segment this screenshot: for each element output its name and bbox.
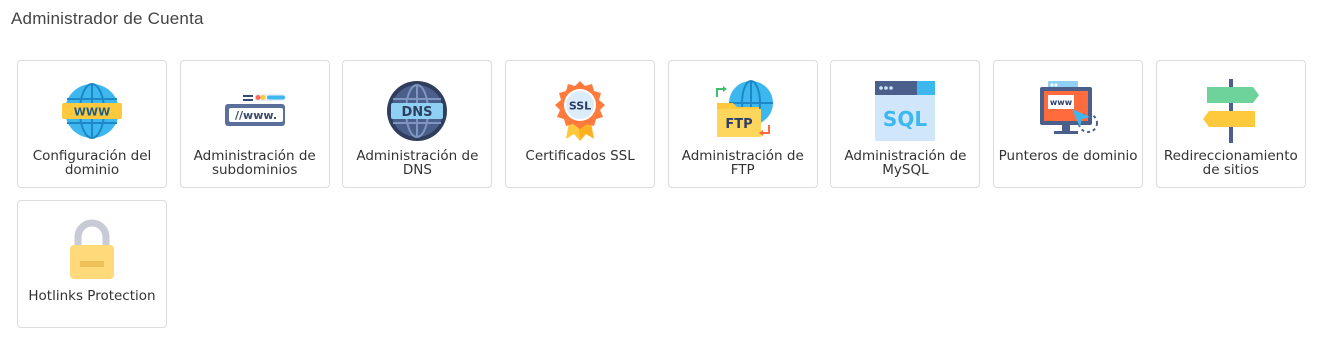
tile-mysql-management[interactable]: SQL Administración de MySQL — [830, 60, 981, 188]
www-globe-icon: WWW — [62, 83, 122, 139]
tile-dns-management[interactable]: DNS Administración de DNS — [342, 60, 493, 188]
dns-globe-icon: DNS — [387, 81, 448, 141]
subdomain-www-icon: //www. — [224, 94, 285, 126]
tile-site-redirection[interactable]: Redireccionamiento de sitios — [1155, 60, 1306, 188]
sql-database-icon: SQL — [875, 81, 936, 141]
section-title: Administrador de Cuenta — [11, 9, 204, 28]
tile-label: Administración de MySQL — [844, 148, 967, 178]
svg-text:WWW: WWW — [74, 106, 110, 119]
tile-label: Configuración del dominio — [32, 148, 152, 178]
tile-domain-configuration[interactable]: WWW Configuración del dominio — [17, 60, 167, 188]
svg-text:DNS: DNS — [402, 105, 433, 120]
tile-label: Redireccionamiento de sitios — [1163, 148, 1298, 178]
svg-text:FTP: FTP — [725, 117, 752, 132]
svg-text:www: www — [1050, 98, 1073, 107]
tile-hotlinks-protection[interactable]: Hotlinks Protection — [17, 200, 167, 328]
domain-pointer-monitor-icon: www — [1040, 81, 1099, 134]
signpost-icon — [1202, 79, 1259, 143]
svg-text://www.: //www. — [235, 109, 277, 122]
tile-ssl-certificates[interactable]: SSL Certificados SSL — [505, 60, 656, 188]
svg-text:SSL: SSL — [569, 100, 591, 113]
tile-label: Punteros de dominio — [998, 148, 1138, 164]
tile-label: Administración de DNS — [356, 148, 479, 178]
svg-text:SQL: SQL — [883, 107, 927, 131]
tile-label: Administración de subdominios — [193, 148, 316, 178]
tile-ftp-management[interactable]: FTP Administración de FTP — [667, 60, 818, 188]
tools-grid: WWW Configuración del dominio //www. Adm… — [17, 60, 1306, 328]
tile-subdomain-management[interactable]: //www. Administración de subdominios — [179, 60, 330, 188]
ssl-badge-icon: SSL — [555, 81, 606, 141]
tile-label: Hotlinks Protection — [28, 288, 156, 304]
tile-domain-pointers[interactable]: www Punteros de dominio — [993, 60, 1144, 188]
tile-label: Administración de FTP — [681, 148, 804, 178]
padlock-icon — [70, 219, 114, 279]
tile-label: Certificados SSL — [525, 148, 635, 164]
ftp-folder-icon: FTP — [715, 80, 773, 137]
